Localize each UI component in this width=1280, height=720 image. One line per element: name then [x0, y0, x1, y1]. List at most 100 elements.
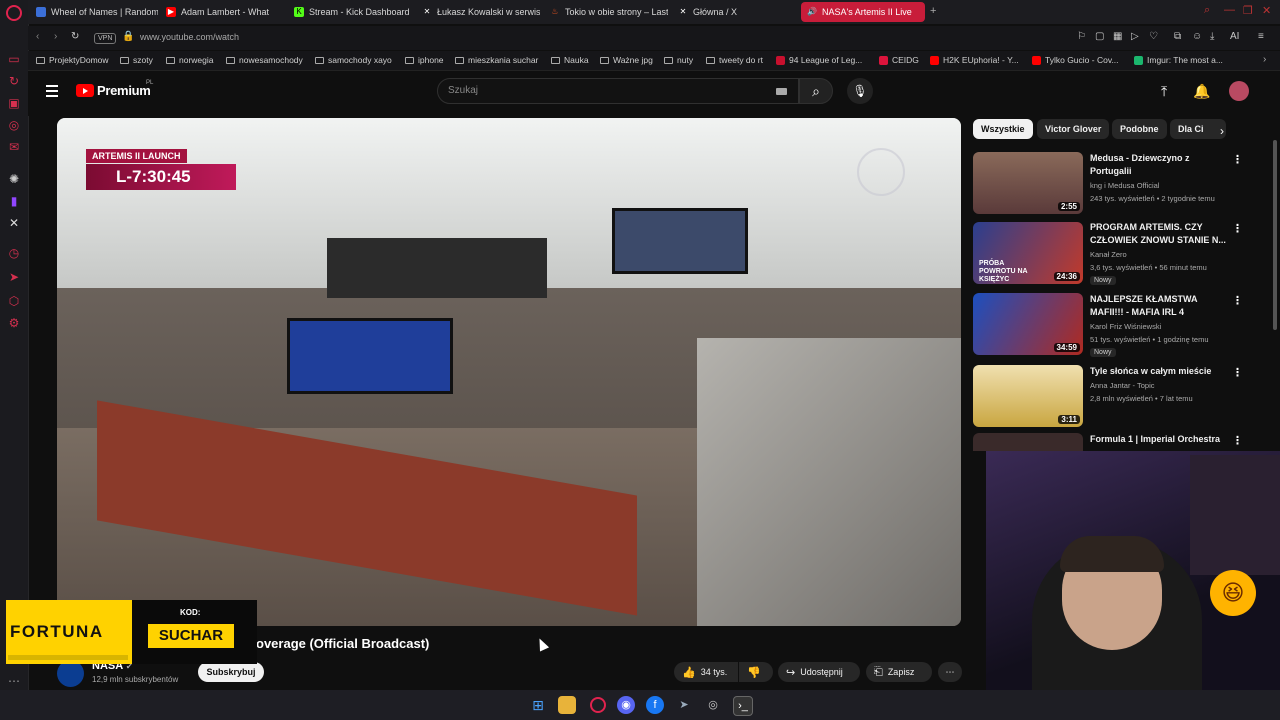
- bookmark-folder[interactable]: samochody xayo: [315, 55, 392, 65]
- like-button[interactable]: 👍 34 tys.: [674, 662, 738, 682]
- sidebar-mail-icon[interactable]: ✉: [7, 140, 21, 154]
- sidebar-box-icon[interactable]: ⬡: [7, 294, 21, 308]
- youtube-premium-logo[interactable]: Premium: [97, 83, 151, 98]
- bookmarks-more-icon[interactable]: ›: [1263, 54, 1266, 65]
- chip-related[interactable]: Podobne: [1112, 119, 1167, 139]
- search-button[interactable]: ⌕: [799, 78, 833, 104]
- maximize-icon[interactable]: ❐: [1243, 4, 1253, 17]
- snapshot-icon[interactable]: ▢: [1095, 31, 1104, 42]
- search-input[interactable]: [437, 78, 799, 104]
- sidebar-twitch-icon[interactable]: ▮: [7, 194, 21, 208]
- more-actions-button[interactable]: ⋯: [938, 662, 962, 682]
- tab-glowna-x[interactable]: ✕ Główna / X: [672, 2, 796, 22]
- tab-wheel-of-names[interactable]: Wheel of Names | Random: [30, 2, 158, 22]
- video-player[interactable]: ARTEMIS II LAUNCH L-7:30:45: [57, 118, 961, 626]
- sidebar-bag-icon[interactable]: ▣: [7, 96, 21, 110]
- steam-icon[interactable]: ➤: [675, 696, 693, 714]
- recommendation-menu-icon[interactable]: ⋮: [1232, 222, 1243, 235]
- recommendation-title[interactable]: Medusa - Dziewczyno z Portugalii: [1090, 152, 1230, 178]
- youtube-logo-icon[interactable]: [76, 84, 94, 97]
- recommendation-menu-icon[interactable]: ⋮: [1232, 434, 1243, 447]
- vpn-badge[interactable]: VPN: [94, 33, 117, 44]
- recommendation-menu-icon[interactable]: ⋮: [1232, 366, 1243, 379]
- share-button[interactable]: ↪ Udostępnij: [778, 662, 860, 682]
- subscribe-button[interactable]: Subskrybuj: [198, 662, 264, 682]
- url-field[interactable]: www.youtube.com/watch: [140, 32, 239, 42]
- avatar[interactable]: [1229, 81, 1249, 101]
- windows-start-icon[interactable]: ⊞: [529, 696, 547, 714]
- recommendation-thumbnail[interactable]: 34:59: [973, 293, 1083, 355]
- upload-icon[interactable]: ⤒: [1161, 83, 1167, 100]
- notifications-bell-icon[interactable]: 🔔: [1193, 83, 1210, 100]
- voice-search-button[interactable]: 🎙: [847, 78, 873, 104]
- recommendation-thumbnail[interactable]: 3:11: [973, 365, 1083, 427]
- profile-icon[interactable]: ☺: [1192, 31, 1202, 42]
- recommendation-title[interactable]: PROGRAM ARTEMIS. CZY CZŁOWIEK ZNOWU STAN…: [1090, 221, 1230, 247]
- back-icon[interactable]: ‹: [36, 31, 39, 42]
- bookmark-folder[interactable]: szoty: [120, 55, 153, 65]
- opera-logo-icon[interactable]: [6, 5, 22, 21]
- sidebar-settings-icon[interactable]: ⚙: [7, 316, 21, 330]
- sidebar-messenger-icon[interactable]: ◎: [7, 118, 21, 132]
- recommendation-thumbnail[interactable]: PRÓBA POWROTU NA KSIĘŻYC 24:36: [973, 222, 1083, 284]
- bookmark-folder[interactable]: Nauka: [551, 55, 589, 65]
- opera-taskbar-icon[interactable]: [590, 697, 606, 713]
- file-explorer-icon[interactable]: [558, 696, 576, 714]
- tab-lukasz-kowalski[interactable]: ✕ Łukasz Kowalski w serwis: [416, 2, 540, 22]
- tab-nasa-artemis[interactable]: 🔊 NASA's Artemis II Live: [801, 2, 925, 22]
- recommendation-title[interactable]: Formula 1 | Imperial Orchestra: [1090, 433, 1230, 446]
- sidebar-arrow-icon[interactable]: ➤: [7, 270, 21, 284]
- hamburger-menu-icon[interactable]: [46, 85, 58, 100]
- sidebar-chatgpt-icon[interactable]: ✺: [7, 172, 21, 186]
- bookmark-site[interactable]: H2K EUphoria! - Y...: [930, 55, 1019, 65]
- recommendation-title[interactable]: NAJLEPSZE KŁAMSTWA MAFII!!! - MAFIA IRL …: [1090, 293, 1230, 319]
- recommendation-channel[interactable]: Kanał Zero: [1090, 248, 1255, 261]
- new-tab-button[interactable]: +: [930, 5, 936, 17]
- save-button[interactable]: ⎗ Zapisz: [866, 662, 932, 682]
- chip-for-you[interactable]: Dla Ci: [1170, 119, 1226, 139]
- aria-ai-button[interactable]: AI: [1230, 31, 1239, 42]
- recommendation-thumbnail[interactable]: 2:55: [973, 152, 1083, 214]
- chips-next-icon[interactable]: ›: [1220, 124, 1224, 138]
- keyboard-icon[interactable]: [776, 88, 787, 95]
- terminal-icon[interactable]: ›_: [733, 696, 753, 716]
- reload-icon[interactable]: ↻: [71, 31, 79, 42]
- search-tabs-icon[interactable]: ⌕: [1204, 4, 1210, 17]
- recommendation-menu-icon[interactable]: ⋮: [1232, 153, 1243, 166]
- bookmark-folder[interactable]: Ważne jpg: [600, 55, 653, 65]
- bookmark-site[interactable]: 94 League of Leg...: [776, 55, 862, 65]
- menu-icon[interactable]: ≡: [1258, 31, 1264, 42]
- bookmark-site[interactable]: Imgur: The most a...: [1134, 55, 1223, 65]
- obs-icon[interactable]: ◎: [704, 696, 722, 714]
- facebook-icon[interactable]: f: [646, 696, 664, 714]
- bookmark-folder[interactable]: ProjektyDomow: [36, 55, 109, 65]
- sidebar-wallet-icon[interactable]: ▭: [7, 52, 21, 66]
- recommendation-channel[interactable]: kng i Medusa Official: [1090, 179, 1255, 192]
- extensions-icon[interactable]: ▦: [1113, 31, 1122, 42]
- bookmark-folder[interactable]: nuty: [664, 55, 693, 65]
- download-icon[interactable]: ⤓: [1210, 31, 1214, 42]
- heart-icon[interactable]: ♡: [1149, 31, 1158, 42]
- bookmark-folder[interactable]: nowesamochody: [226, 55, 303, 65]
- bookmark-site[interactable]: Tylko Gucio - Cov...: [1032, 55, 1119, 65]
- bookmark-folder[interactable]: iphone: [405, 55, 444, 65]
- bookmark-site[interactable]: CEIDG: [879, 55, 919, 65]
- sidebar-history-icon[interactable]: ↻: [7, 74, 21, 88]
- channel-avatar[interactable]: [57, 660, 84, 687]
- tab-tokio[interactable]: ♨ Tokio w obie strony – Last: [544, 2, 668, 22]
- sidebar-more-icon[interactable]: ⋯: [7, 674, 21, 688]
- chip-all[interactable]: Wszystkie: [973, 119, 1033, 139]
- sidebar-clock-icon[interactable]: ◷: [7, 246, 21, 260]
- discord-icon[interactable]: ◉: [617, 696, 635, 714]
- tab-kick-dashboard[interactable]: K Stream - Kick Dashboard: [288, 2, 412, 22]
- recommendation-title[interactable]: Tyle słońca w całym mieście: [1090, 365, 1230, 378]
- scrollbar[interactable]: [1273, 140, 1277, 330]
- puzzle-icon[interactable]: ⧉: [1174, 31, 1181, 42]
- dislike-button[interactable]: 👎: [739, 662, 773, 682]
- recommendation-channel[interactable]: Anna Jantar - Topic: [1090, 379, 1255, 392]
- play-icon[interactable]: ▷: [1131, 31, 1139, 42]
- bookmark-folder[interactable]: tweety do rt: [706, 55, 763, 65]
- sidebar-x-icon[interactable]: ✕: [7, 216, 21, 230]
- chip-victor-glover[interactable]: Victor Glover: [1037, 119, 1110, 139]
- close-window-icon[interactable]: ✕: [1262, 4, 1271, 17]
